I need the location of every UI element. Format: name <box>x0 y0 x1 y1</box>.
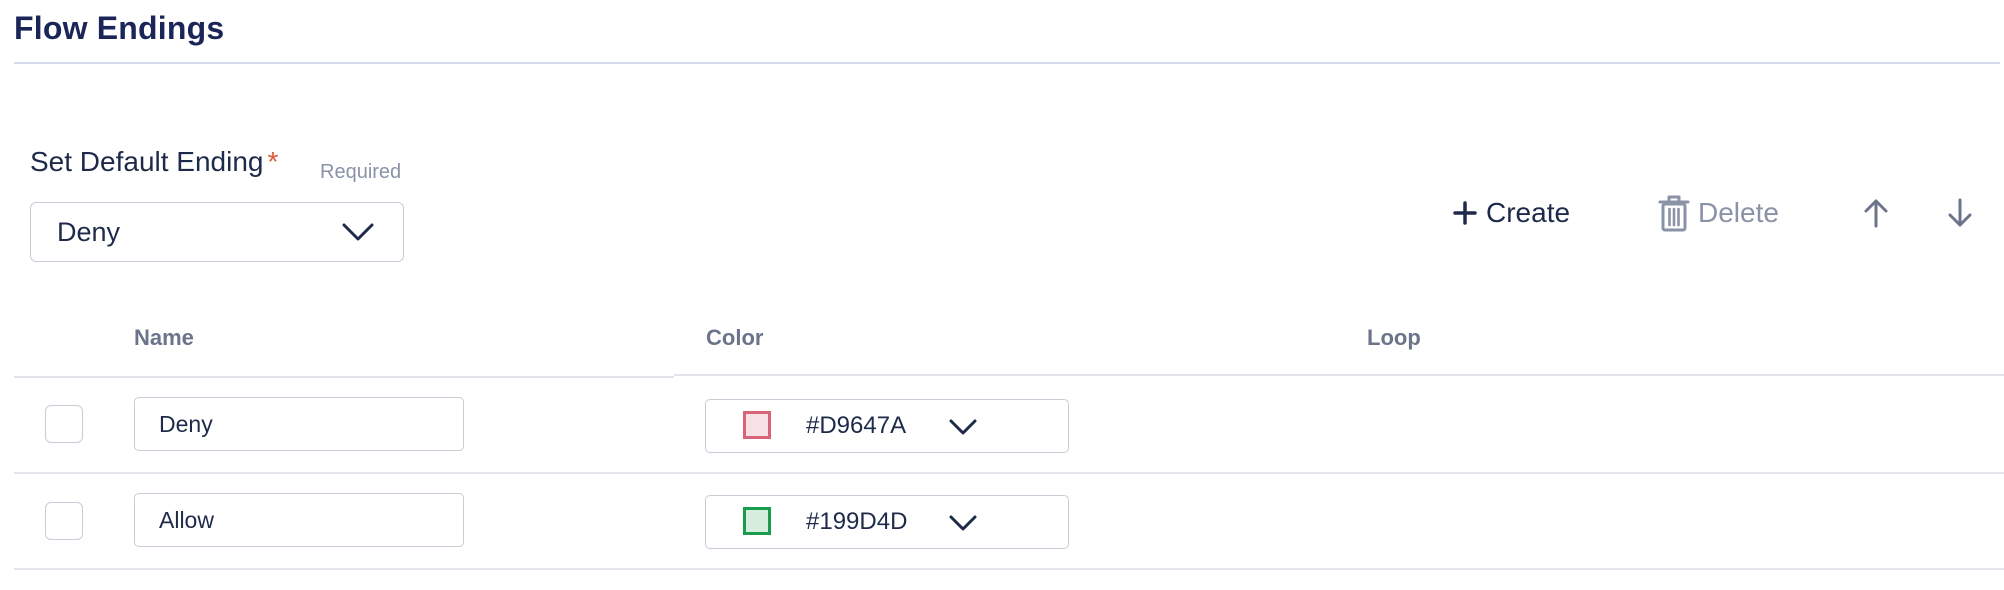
row-divider <box>14 568 2004 570</box>
column-header-color: Color <box>706 325 764 350</box>
default-ending-select[interactable]: Deny <box>30 202 404 262</box>
default-ending-label-text: Set Default Ending <box>30 146 264 177</box>
color-swatch <box>743 507 771 535</box>
color-hex-value: #199D4D <box>806 508 908 535</box>
column-header-loop: Loop <box>1367 325 1421 350</box>
chevron-down-icon <box>949 419 977 435</box>
delete-label: Delete <box>1698 197 1779 228</box>
row-checkbox[interactable] <box>45 502 83 540</box>
column-header-name: Name <box>134 325 194 350</box>
section-divider <box>14 62 2000 64</box>
create-button[interactable]: Create <box>1452 192 1570 234</box>
color-hex-value: #D9647A <box>806 412 907 439</box>
create-label: Create <box>1486 197 1571 228</box>
row-divider <box>14 472 2004 474</box>
required-hint: Required <box>320 161 402 183</box>
delete-button[interactable]: Delete <box>1658 192 1779 234</box>
move-up-button[interactable] <box>1862 192 1890 234</box>
move-down-button[interactable] <box>1946 192 1974 234</box>
color-swatch <box>743 411 771 439</box>
required-star: * <box>267 146 279 177</box>
ending-name-input[interactable] <box>134 493 464 547</box>
section-title: Flow Endings <box>14 10 225 46</box>
default-ending-value: Deny <box>57 216 121 247</box>
plus-icon <box>1453 201 1477 225</box>
arrow-up-icon <box>1864 199 1888 228</box>
color-select[interactable]: #D9647A <box>705 399 1069 453</box>
row-checkbox[interactable] <box>45 405 83 443</box>
header-divider <box>674 374 2004 376</box>
ending-name-input[interactable] <box>134 397 464 451</box>
color-select[interactable]: #199D4D <box>705 495 1069 549</box>
header-divider <box>14 376 674 378</box>
arrow-down-icon <box>1948 198 1972 227</box>
default-ending-label: Set Default Ending * <box>30 146 278 178</box>
trash-icon <box>1658 195 1690 232</box>
chevron-down-icon <box>949 515 977 531</box>
chevron-down-icon <box>342 223 374 241</box>
